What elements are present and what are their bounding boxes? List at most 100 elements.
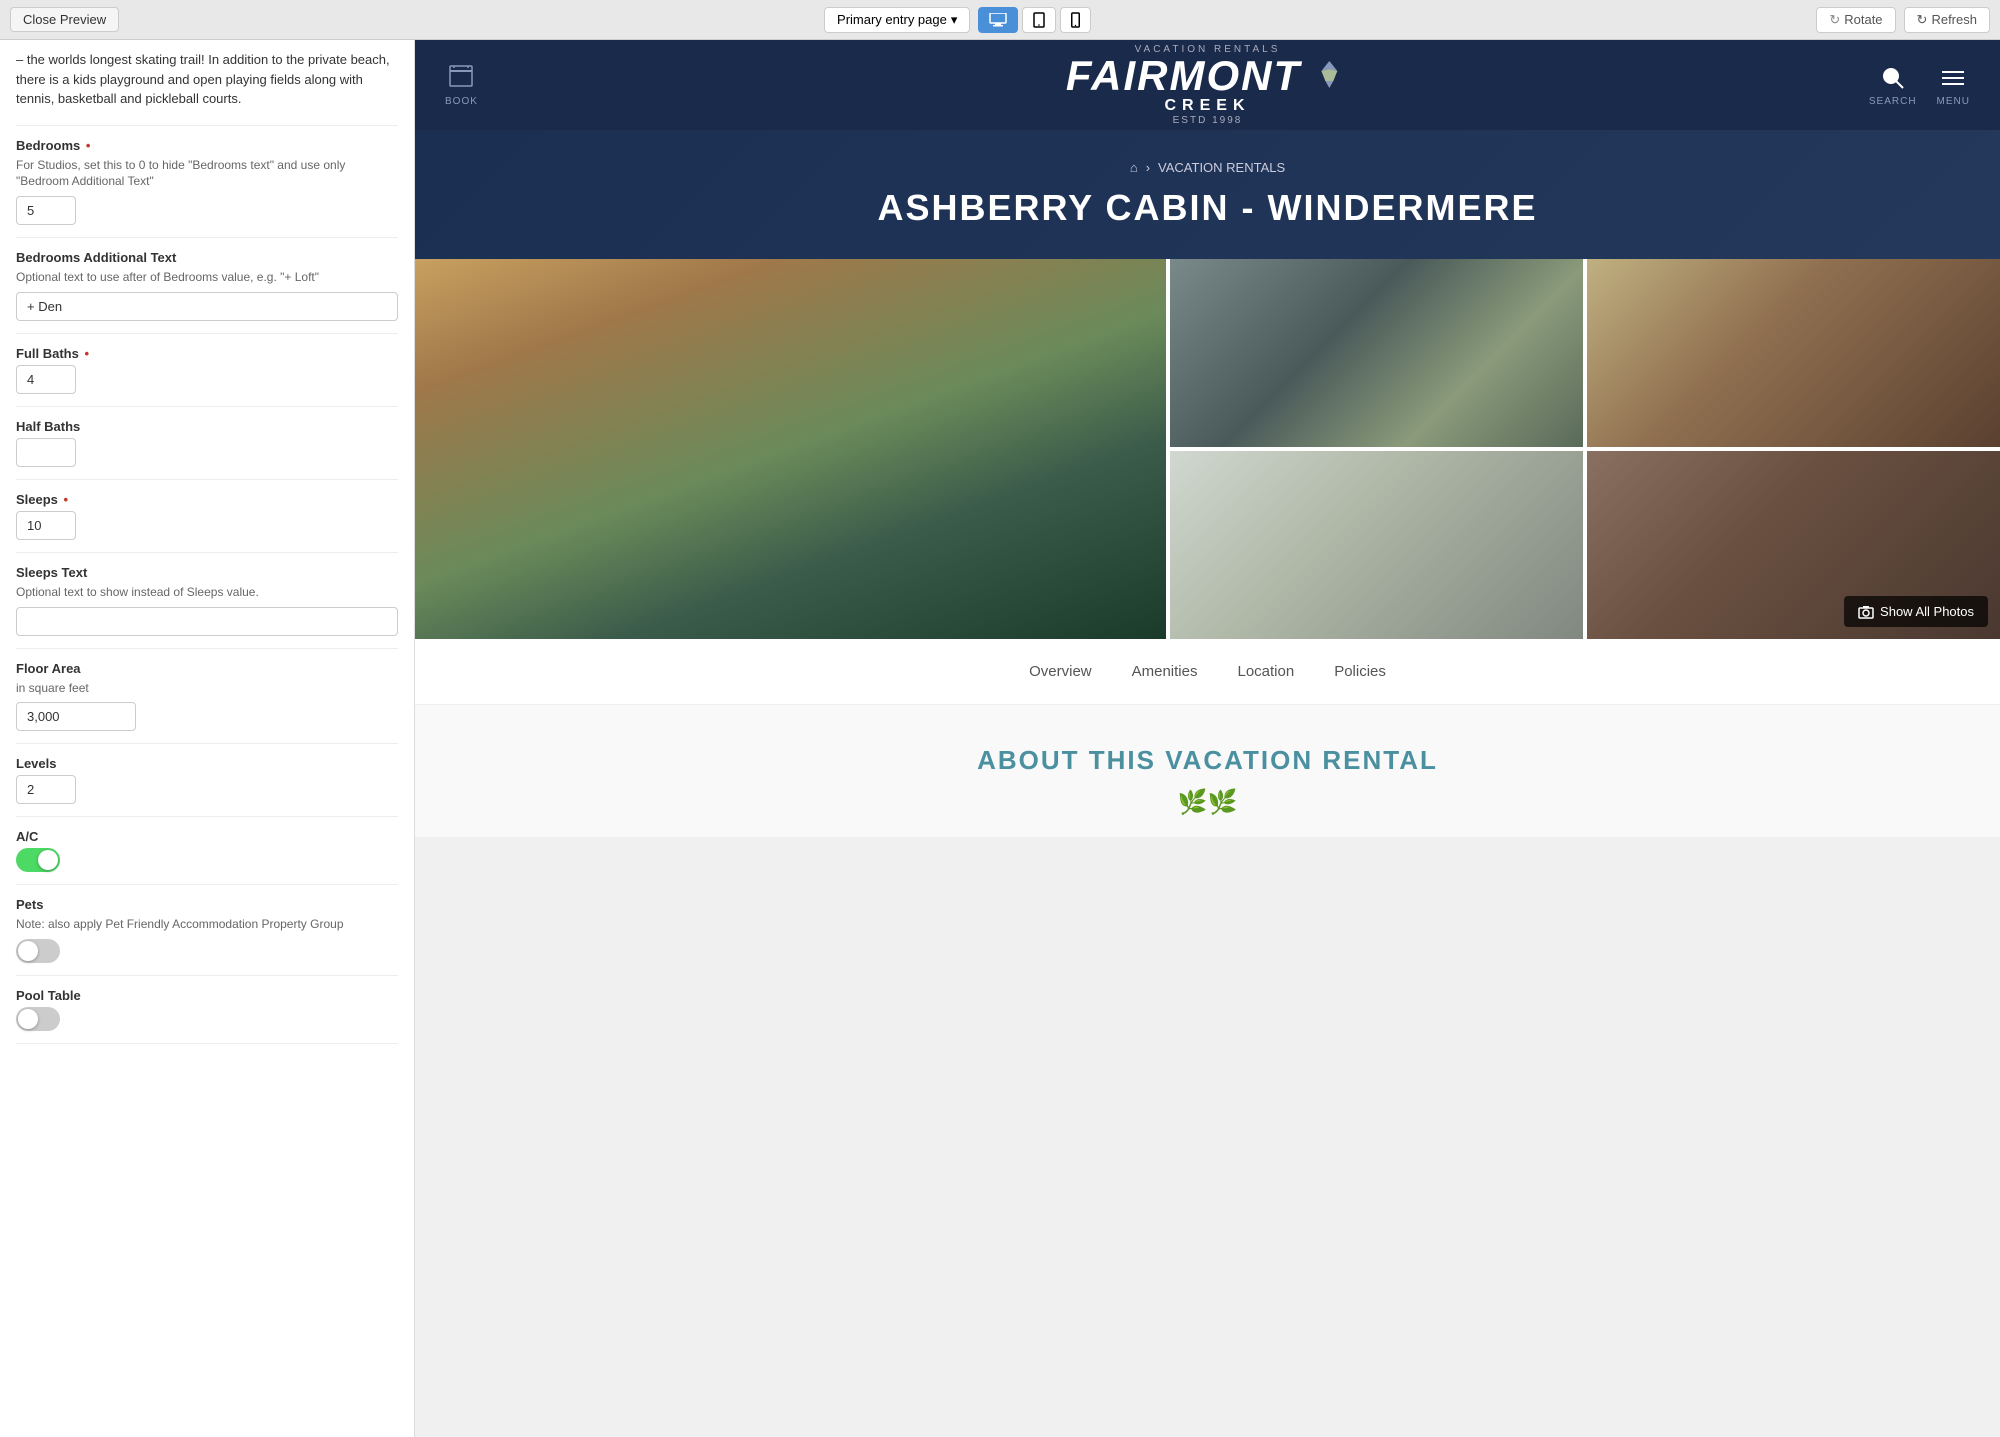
about-title: ABOUT THIS VACATION RENTAL: [435, 745, 1980, 776]
tab-policies[interactable]: Policies: [1334, 659, 1386, 684]
sleeps-text-label: Sleeps Text: [16, 565, 398, 580]
levels-input[interactable]: [16, 775, 76, 804]
full-baths-section: Full Baths •: [16, 334, 398, 407]
nav-menu-button[interactable]: MENU: [1937, 64, 1970, 107]
photo-cell-4: Show All Photos: [1587, 451, 2000, 639]
floor-area-input[interactable]: [16, 702, 136, 731]
pets-section: Pets Note: also apply Pet Friendly Accom…: [16, 885, 398, 976]
tab-overview[interactable]: Overview: [1029, 659, 1092, 684]
device-desktop-button[interactable]: [978, 7, 1018, 33]
bedrooms-additional-input[interactable]: [16, 292, 398, 321]
bedrooms-additional-section: Bedrooms Additional Text Optional text t…: [16, 238, 398, 334]
pets-toggle-wrapper: [16, 939, 398, 963]
photo-main: [415, 259, 1166, 639]
bedrooms-additional-description: Optional text to use after of Bedrooms v…: [16, 269, 398, 286]
sleeps-text-description: Optional text to show instead of Sleeps …: [16, 584, 398, 601]
menu-icon: [1939, 64, 1967, 92]
device-tablet-button[interactable]: [1022, 7, 1056, 33]
photo-main-placeholder: [415, 259, 1166, 639]
bedrooms-section: Bedrooms • For Studios, set this to 0 to…: [16, 126, 398, 239]
pets-description: Note: also apply Pet Friendly Accommodat…: [16, 916, 398, 933]
about-icon: 🌿🌿: [435, 788, 1980, 817]
nav-search-button[interactable]: SEARCH: [1869, 64, 1917, 107]
rotate-label: Rotate: [1844, 12, 1882, 27]
site-tabs: Overview Amenities Location Policies: [415, 639, 2000, 705]
ac-section: A/C: [16, 817, 398, 885]
logo-emblem: [1309, 56, 1349, 96]
nav-logo-creek: CREEK: [1066, 97, 1349, 115]
sleeps-text-input[interactable]: [16, 607, 398, 636]
show-all-photos-button[interactable]: Show All Photos: [1844, 596, 1988, 627]
hero-section: ⌂ › VACATION RENTALS ASHBERRY CABIN - WI…: [415, 130, 2000, 259]
nav-logo: VACATION RENTALS FAIRMONT CREEK ESTD 199…: [1066, 44, 1349, 126]
photo-grid: Show All Photos: [415, 259, 2000, 639]
half-baths-input[interactable]: [16, 438, 76, 467]
about-section: ABOUT THIS VACATION RENTAL 🌿🌿: [415, 705, 2000, 837]
floor-area-section: Floor Area in square feet: [16, 649, 398, 745]
right-panel: BOOK VACATION RENTALS FAIRMONT CREEK EST…: [415, 40, 2000, 1437]
refresh-label: Refresh: [1931, 12, 1977, 27]
close-preview-button[interactable]: Close Preview: [10, 7, 119, 32]
photo-cell-2: [1587, 259, 2000, 447]
show-all-photos-label: Show All Photos: [1880, 604, 1974, 619]
sleeps-text-section: Sleeps Text Optional text to show instea…: [16, 553, 398, 649]
nav-menu-label: MENU: [1937, 96, 1970, 107]
sleeps-label: Sleeps •: [16, 492, 398, 507]
pool-table-label: Pool Table: [16, 988, 398, 1003]
hero-title: ASHBERRY CABIN - WINDERMERE: [877, 187, 1537, 229]
floor-area-label: Floor Area: [16, 661, 398, 676]
book-icon: [447, 64, 475, 92]
ac-toggle[interactable]: [16, 848, 60, 872]
site-preview: BOOK VACATION RENTALS FAIRMONT CREEK EST…: [415, 40, 2000, 837]
ac-label: A/C: [16, 829, 398, 844]
photo-cell-1: [1170, 259, 1583, 447]
nav-book[interactable]: BOOK: [445, 64, 478, 107]
breadcrumb-separator: ›: [1146, 160, 1150, 175]
nav-search-label: SEARCH: [1869, 96, 1917, 107]
refresh-icon: ↻: [1917, 12, 1928, 28]
ac-toggle-wrapper: [16, 848, 398, 872]
photo-cell-3: [1170, 451, 1583, 639]
top-bar-right: ↻ Rotate ↻ Refresh: [1816, 7, 1990, 33]
nav-book-label: BOOK: [445, 96, 478, 107]
entry-page-label: Primary entry page: [837, 12, 947, 27]
sleeps-required: •: [64, 492, 69, 507]
bedrooms-label: Bedrooms •: [16, 138, 398, 153]
pool-table-section: Pool Table: [16, 976, 398, 1044]
tab-amenities[interactable]: Amenities: [1132, 659, 1198, 684]
levels-label: Levels: [16, 756, 398, 771]
refresh-button[interactable]: ↻ Refresh: [1904, 7, 1990, 33]
breadcrumb: ⌂ › VACATION RENTALS: [1130, 160, 1285, 175]
bedrooms-additional-label: Bedrooms Additional Text: [16, 250, 398, 265]
search-icon: [1879, 64, 1907, 92]
top-bar-center: Primary entry page ▾: [824, 7, 1091, 33]
half-baths-label: Half Baths: [16, 419, 398, 434]
top-bar: Close Preview Primary entry page ▾ ↻ Rot…: [0, 0, 2000, 40]
sleeps-input[interactable]: [16, 511, 76, 540]
entry-page-button[interactable]: Primary entry page ▾: [824, 7, 970, 33]
rotate-icon: ↻: [1829, 12, 1840, 28]
full-baths-required: •: [84, 346, 89, 361]
camera-icon: [1858, 605, 1874, 619]
tab-location[interactable]: Location: [1237, 659, 1294, 684]
device-mobile-button[interactable]: [1060, 7, 1091, 33]
floor-area-description: in square feet: [16, 680, 398, 697]
half-baths-section: Half Baths: [16, 407, 398, 480]
pool-table-toggle[interactable]: [16, 1007, 60, 1031]
left-panel: – the worlds longest skating trail! In a…: [0, 40, 415, 1437]
bedrooms-required: •: [86, 138, 91, 153]
bedrooms-description: For Studios, set this to 0 to hide "Bedr…: [16, 157, 398, 191]
device-buttons: [978, 7, 1091, 33]
full-baths-input[interactable]: [16, 365, 76, 394]
breadcrumb-home-icon: ⌂: [1130, 160, 1138, 175]
nav-logo-est: ESTD 1998: [1066, 115, 1349, 126]
site-nav: BOOK VACATION RENTALS FAIRMONT CREEK EST…: [415, 40, 2000, 130]
breadcrumb-section: VACATION RENTALS: [1158, 160, 1285, 175]
nav-logo-fairmont: FAIRMONT: [1066, 55, 1301, 97]
entry-page-chevron: ▾: [951, 12, 958, 28]
bedrooms-input[interactable]: [16, 196, 76, 225]
pets-label: Pets: [16, 897, 398, 912]
rotate-button[interactable]: ↻ Rotate: [1816, 7, 1895, 33]
main-layout: – the worlds longest skating trail! In a…: [0, 40, 2000, 1437]
pets-toggle[interactable]: [16, 939, 60, 963]
